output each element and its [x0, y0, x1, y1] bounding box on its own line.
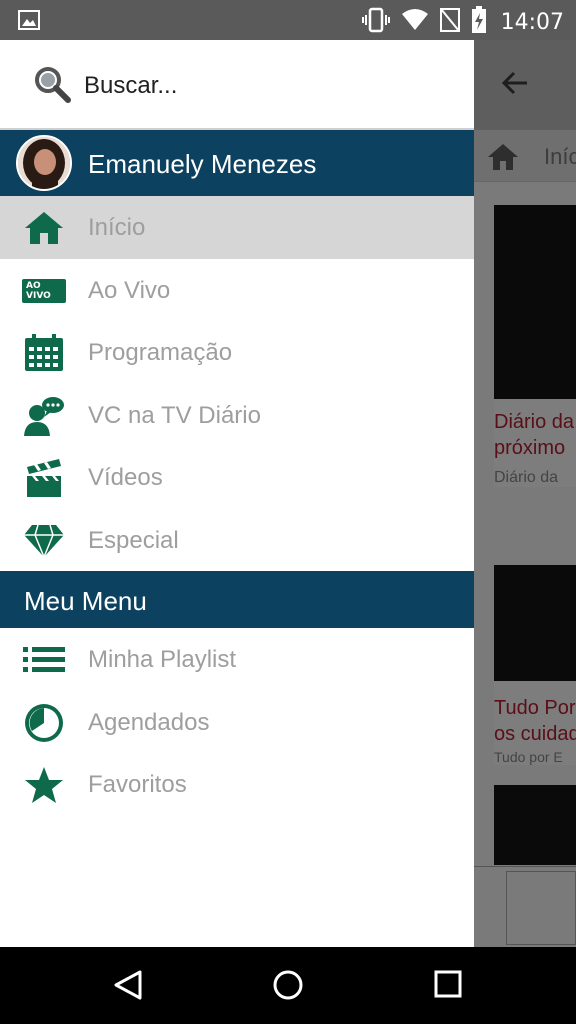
list-icon — [22, 640, 66, 680]
drawer-item-label: Especial — [88, 526, 179, 554]
diamond-icon — [22, 521, 66, 561]
ao-vivo-icon: AO VIVO — [22, 271, 66, 311]
video-thumbnail — [494, 785, 576, 865]
wifi-icon — [401, 8, 429, 37]
battery-charging-icon — [471, 6, 487, 39]
home-icon — [486, 142, 520, 177]
video-card[interactable] — [494, 785, 576, 865]
card-title-line2: os cuidad — [494, 723, 576, 745]
background-tab-row: Iníc — [474, 130, 576, 182]
video-card[interactable]: Diário da próximo Diário da — [494, 205, 576, 487]
drawer-item-minha-playlist[interactable]: Minha Playlist — [0, 628, 474, 691]
drawer-item-label: Minha Playlist — [88, 646, 237, 673]
drawer-item-favoritos[interactable]: Favoritos — [0, 753, 474, 816]
drawer-item-ao-vivo[interactable]: AO VIVO Ao Vivo — [0, 259, 474, 322]
card-title-line1: Tudo Por — [494, 697, 576, 719]
video-thumbnail — [494, 565, 576, 681]
back-arrow-icon[interactable] — [500, 68, 530, 103]
background-bottom-bar — [474, 866, 576, 947]
card-subtitle: Tudo por E — [494, 749, 563, 765]
card-subtitle: Diário da — [494, 469, 559, 486]
vibrate-icon — [361, 7, 391, 38]
drawer-item-videos[interactable]: Vídeos — [0, 446, 474, 509]
drawer-item-especial[interactable]: Especial — [0, 509, 474, 572]
home-icon — [22, 208, 66, 248]
clock-icon — [22, 703, 66, 743]
drawer-item-label: VC na TV Diário — [88, 401, 261, 429]
no-signal-icon — [439, 7, 461, 38]
drawer-item-inicio[interactable]: Início — [0, 196, 474, 259]
chat-person-icon — [22, 396, 66, 436]
gallery-notification-icon — [18, 10, 40, 35]
drawer-item-label: Favoritos — [88, 771, 187, 798]
drawer-item-label: Início — [88, 214, 146, 241]
background-tab-label: Iníc — [544, 144, 576, 169]
navigation-drawer: Buscar... Emanuely Menezes Início AO VIV… — [0, 40, 474, 947]
card-title-line2: próximo — [494, 437, 566, 459]
drawer-item-vc-na-tv[interactable]: VC na TV Diário — [0, 384, 474, 447]
status-bar: 14:07 — [0, 0, 576, 40]
drawer-item-programacao[interactable]: Programação — [0, 321, 474, 384]
avatar — [16, 135, 72, 191]
calendar-icon — [22, 333, 66, 373]
background-app: Iníc Diário da próximo Diário da Tudo Po… — [474, 40, 576, 947]
profile-header[interactable]: Emanuely Menezes — [0, 130, 474, 196]
status-time: 14:07 — [500, 10, 564, 35]
background-toolbar — [474, 40, 576, 130]
section-title: Meu Menu — [24, 586, 147, 616]
search-input[interactable]: Buscar... — [84, 72, 177, 100]
system-nav-bar — [0, 947, 576, 1024]
home-nav-icon[interactable] — [272, 969, 304, 1006]
clapperboard-icon — [22, 458, 66, 498]
recents-nav-icon[interactable] — [433, 969, 463, 1004]
drawer-item-label: Ao Vivo — [88, 276, 171, 304]
drawer-item-label: Agendados — [88, 708, 210, 736]
profile-name: Emanuely Menezes — [88, 149, 317, 179]
drawer-item-agendados[interactable]: Agendados — [0, 691, 474, 754]
drawer-item-label: Vídeos — [88, 464, 163, 491]
search-icon — [34, 66, 72, 109]
search-bar[interactable]: Buscar... — [0, 40, 474, 130]
video-thumbnail — [494, 205, 576, 399]
ao-vivo-badge: AO VIVO — [22, 278, 66, 303]
drawer-item-label: Programação — [88, 339, 233, 366]
section-header-meu-menu: Meu Menu — [0, 571, 474, 628]
video-card[interactable]: Tudo Por os cuidad Tudo por E — [494, 565, 576, 765]
star-icon — [22, 765, 66, 805]
back-nav-icon[interactable] — [112, 969, 144, 1006]
card-title-line1: Diário da — [494, 411, 575, 433]
